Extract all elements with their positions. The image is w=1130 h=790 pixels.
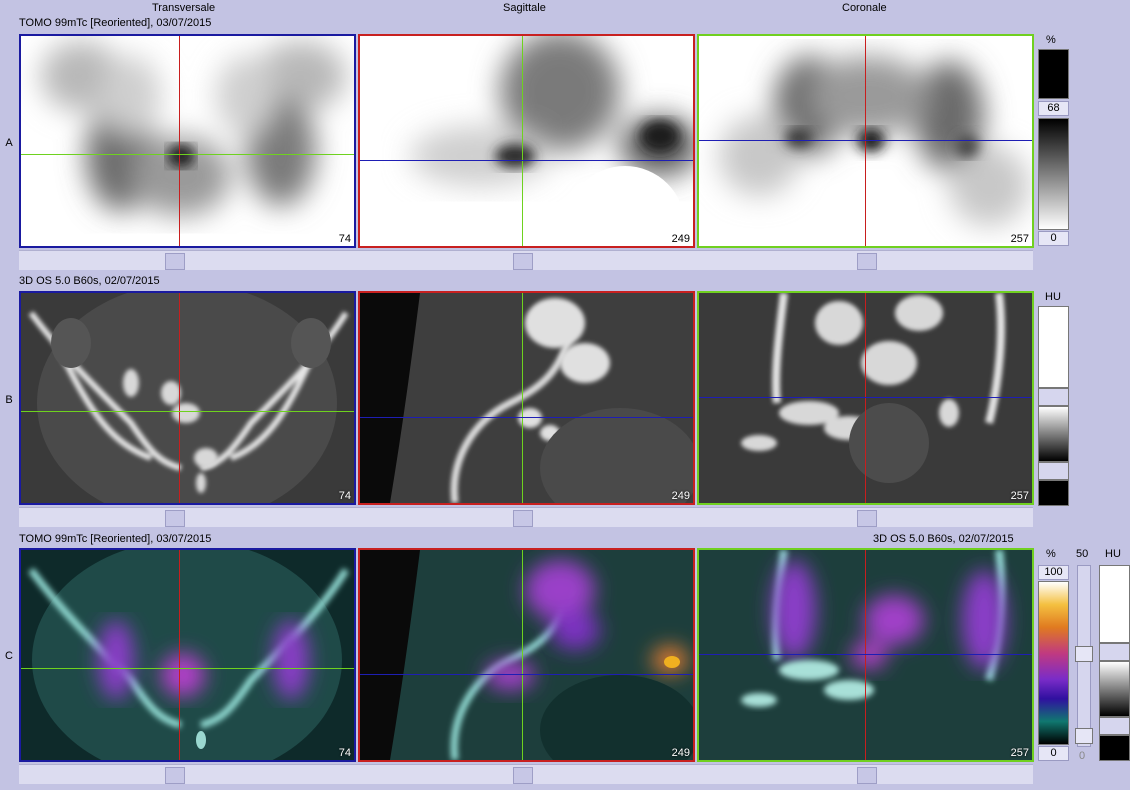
grayscale-colorbar-upper[interactable] xyxy=(1038,49,1069,99)
crosshair-horizontal-blue[interactable] xyxy=(699,654,1032,655)
spect-ct-viewer: { "header": { "col_transversale": "Trans… xyxy=(0,0,1130,790)
fusion-colorbar-top-value[interactable]: 100 xyxy=(1038,565,1069,580)
fusion-opacity-bottom-value: 0 xyxy=(1079,750,1086,762)
row-c-series-label-left: TOMO 99mTc [Reoriented], 03/07/2015 xyxy=(19,533,212,545)
hu-colorbar-upper[interactable] xyxy=(1038,306,1069,388)
crosshair-horizontal-green[interactable] xyxy=(21,668,354,669)
column-header-transversale: Transversale xyxy=(152,2,216,14)
sagittale-slice-slider-thumb[interactable] xyxy=(513,510,533,527)
row-a-label: A xyxy=(5,137,13,149)
column-header-coronale: Coronale xyxy=(842,2,887,14)
fusion-opacity-slider[interactable] xyxy=(1075,565,1093,747)
sagittale-slice-slider-thumb[interactable] xyxy=(513,253,533,270)
spect-transversal-image xyxy=(21,36,354,246)
crosshair-horizontal-blue[interactable] xyxy=(360,160,693,161)
slice-number: 257 xyxy=(1010,490,1029,502)
row-b-slice-slider-strip xyxy=(19,507,1033,527)
slice-number: 249 xyxy=(671,747,690,759)
row-c-slice-slider-strip xyxy=(19,764,1033,784)
hu-colorbar-lower[interactable] xyxy=(1038,480,1069,506)
fusion-hu-colorbar-upper[interactable] xyxy=(1099,565,1130,643)
crosshair-vertical-red[interactable] xyxy=(865,293,866,503)
row-c-sagittale-view[interactable]: 249 xyxy=(358,548,695,762)
fusion-hu-colorbar-lower[interactable] xyxy=(1099,735,1130,761)
row-b-series-label: 3D OS 5.0 B60s, 02/07/2015 xyxy=(19,275,160,287)
ct-sagittal-image xyxy=(360,293,693,503)
transversale-slice-slider-thumb[interactable] xyxy=(165,767,185,784)
row-a-series-label: TOMO 99mTc [Reoriented], 03/07/2015 xyxy=(19,17,212,29)
colorbar-unit-percent: % xyxy=(1046,34,1056,46)
fused-sagittal-image xyxy=(360,550,693,760)
slice-number: 257 xyxy=(1010,233,1029,245)
row-b-sagittale-view[interactable]: 249 xyxy=(358,291,695,505)
row-b-label: B xyxy=(5,394,13,406)
fusion-hu-colorbar[interactable] xyxy=(1099,661,1130,717)
colorbar-unit-hu: HU xyxy=(1045,291,1061,303)
slice-number: 249 xyxy=(671,233,690,245)
crosshair-horizontal-blue[interactable] xyxy=(360,674,693,675)
slice-number: 249 xyxy=(671,490,690,502)
slice-number: 257 xyxy=(1010,747,1029,759)
colorbar-window-lower-value[interactable]: 0 xyxy=(1038,231,1069,246)
crosshair-horizontal-green[interactable] xyxy=(21,154,354,155)
row-c-label: C xyxy=(5,650,13,662)
fusion-colorbar-bottom-value[interactable]: 0 xyxy=(1038,746,1069,761)
fusion-opacity-slider-knob-lower[interactable] xyxy=(1075,728,1093,744)
slice-number: 74 xyxy=(338,490,351,502)
crosshair-vertical-red[interactable] xyxy=(179,550,180,760)
fusion-opacity-slider-knob[interactable] xyxy=(1075,646,1093,662)
slice-number: 74 xyxy=(338,747,351,759)
transversale-slice-slider-thumb[interactable] xyxy=(165,510,185,527)
crosshair-horizontal-green[interactable] xyxy=(21,411,354,412)
crosshair-vertical-red[interactable] xyxy=(179,293,180,503)
hu-window-handle-upper[interactable] xyxy=(1038,388,1069,406)
grayscale-colorbar[interactable] xyxy=(1038,118,1069,230)
fusion-colorbar-unit-percent: % xyxy=(1046,548,1056,560)
fusion-hu-window-handle-lower[interactable] xyxy=(1099,717,1130,735)
crosshair-horizontal-blue[interactable] xyxy=(699,140,1032,141)
sagittale-slice-slider-thumb[interactable] xyxy=(513,767,533,784)
row-a-transversale-view[interactable]: 74 xyxy=(19,34,356,248)
row-c-transversale-view[interactable]: 74 xyxy=(19,548,356,762)
row-b-transversale-view[interactable]: 74 xyxy=(19,291,356,505)
column-header-sagittale: Sagittale xyxy=(503,2,546,14)
fusion-colorbar[interactable] xyxy=(1038,581,1069,745)
fusion-opacity-top-value: 50 xyxy=(1076,548,1089,560)
crosshair-vertical-green[interactable] xyxy=(522,293,523,503)
fusion-hu-window-handle-upper[interactable] xyxy=(1099,643,1130,661)
crosshair-vertical-green[interactable] xyxy=(522,36,523,246)
row-a-slice-slider-strip xyxy=(19,250,1033,270)
row-c-series-label-right: 3D OS 5.0 B60s, 02/07/2015 xyxy=(873,533,1014,545)
slice-number: 74 xyxy=(338,233,351,245)
crosshair-vertical-red[interactable] xyxy=(865,36,866,246)
row-a-coronale-view[interactable]: 257 xyxy=(697,34,1034,248)
hu-window-handle-lower[interactable] xyxy=(1038,462,1069,480)
crosshair-horizontal-blue[interactable] xyxy=(699,397,1032,398)
crosshair-vertical-red[interactable] xyxy=(865,550,866,760)
row-c-coronale-view[interactable]: 257 xyxy=(697,548,1034,762)
coronale-slice-slider-thumb[interactable] xyxy=(857,767,877,784)
colorbar-window-upper-value[interactable]: 68 xyxy=(1038,101,1069,116)
crosshair-horizontal-blue[interactable] xyxy=(360,417,693,418)
transversale-slice-slider-thumb[interactable] xyxy=(165,253,185,270)
ct-transversal-image xyxy=(21,293,354,503)
crosshair-vertical-red[interactable] xyxy=(179,36,180,246)
spect-sagittal-image xyxy=(360,36,693,246)
crosshair-vertical-green[interactable] xyxy=(522,550,523,760)
fused-transversal-image xyxy=(21,550,354,760)
coronale-slice-slider-thumb[interactable] xyxy=(857,253,877,270)
row-a-sagittale-view[interactable]: 249 xyxy=(358,34,695,248)
fusion-hu-unit: HU xyxy=(1105,548,1121,560)
hu-colorbar[interactable] xyxy=(1038,406,1069,462)
coronale-slice-slider-thumb[interactable] xyxy=(857,510,877,527)
row-b-coronale-view[interactable]: 257 xyxy=(697,291,1034,505)
